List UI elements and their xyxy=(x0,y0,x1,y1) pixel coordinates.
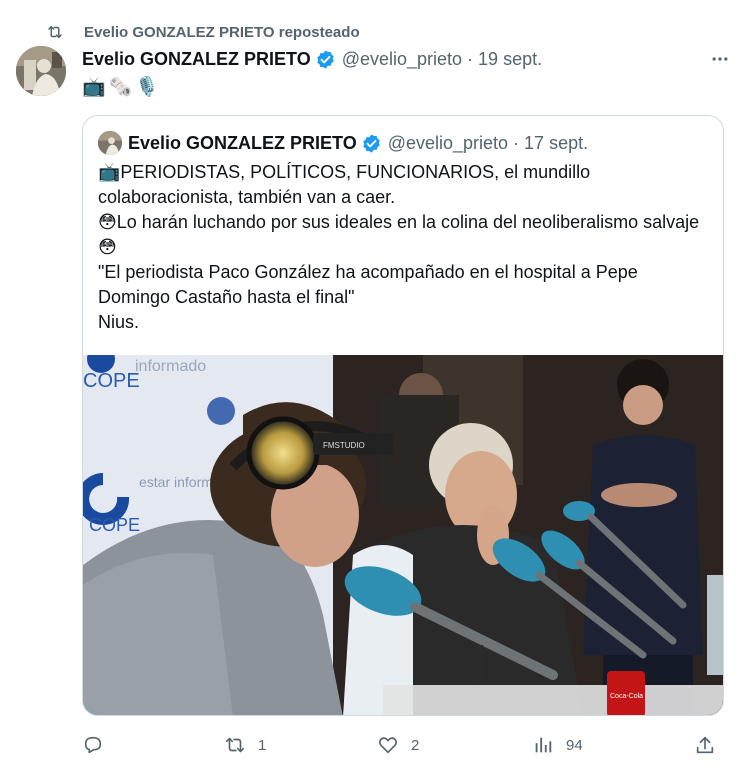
more-icon xyxy=(712,57,728,61)
separator-dot: · xyxy=(467,48,474,69)
reply-icon xyxy=(84,736,102,754)
quoted-author-avatar xyxy=(98,131,122,155)
like-icon xyxy=(378,737,398,754)
repost-icon xyxy=(225,737,245,753)
quoted-timestamp: 17 sept. xyxy=(524,132,589,153)
quoted-tweet-text: 📺PERIODISTAS, POLÍTICOS, FUNCIONARIOS, e… xyxy=(98,160,708,335)
quoted-text-line: 📺PERIODISTAS, POLÍTICOS, FUNCIONARIOS, e… xyxy=(98,162,596,207)
verified-badge-icon xyxy=(316,49,334,69)
quoted-tweet[interactable]: Evelio GONZALEZ PRIETO @evelio_prieto · … xyxy=(82,115,724,716)
quoted-text-line: "El periodista Paco González ha acompaña… xyxy=(98,262,643,307)
repost-context[interactable]: Evelio GONZALEZ PRIETO reposteado xyxy=(46,19,360,45)
repost-label: Evelio GONZALEZ PRIETO reposteado xyxy=(84,23,360,41)
newspaper-emoji: 🗞️ xyxy=(108,77,133,98)
more-options-button[interactable] xyxy=(706,45,734,73)
quoted-text-line: Nius. xyxy=(98,312,140,332)
share-icon xyxy=(696,736,714,754)
cope-logo-text: COPE xyxy=(89,515,140,535)
tweet-text: 📺 🗞️ 🎙️ xyxy=(82,74,159,100)
reply-button[interactable] xyxy=(82,730,116,760)
tv-emoji: 📺 xyxy=(82,77,106,98)
views-button[interactable]: 94 xyxy=(532,730,583,760)
headphone-brand-text: FMSTUDIO xyxy=(323,441,365,450)
microphone-emoji: 🎙️ xyxy=(135,77,160,98)
repost-button[interactable]: 1 xyxy=(224,730,266,760)
cope-logo-text: COPE xyxy=(83,370,140,392)
action-bar: 1 2 94 xyxy=(82,730,722,760)
author-name[interactable]: Evelio GONZALEZ PRIETO xyxy=(82,49,311,70)
wall-text: informado xyxy=(135,358,206,375)
quoted-text-line: 😳Lo harán luchando por sus ideales en la… xyxy=(98,212,700,257)
views-icon xyxy=(535,737,552,753)
like-count: 2 xyxy=(411,736,420,754)
tweet-header: Evelio GONZALEZ PRIETO @evelio_prieto · … xyxy=(82,47,734,71)
repost-count: 1 xyxy=(258,736,267,754)
quoted-media-image[interactable]: COPE informado COPE estar informado FMST… xyxy=(83,355,723,715)
like-button[interactable]: 2 xyxy=(377,730,419,760)
views-count: 94 xyxy=(566,736,583,754)
repost-icon xyxy=(48,26,62,38)
separator-dot: · xyxy=(513,132,520,153)
quoted-tweet-header: Evelio GONZALEZ PRIETO @evelio_prieto · … xyxy=(98,130,588,156)
tweet-timestamp[interactable]: 19 sept. xyxy=(478,49,542,70)
quoted-author-handle: @evelio_prieto xyxy=(387,132,509,153)
quoted-author-name: Evelio GONZALEZ PRIETO xyxy=(128,132,357,153)
author-avatar[interactable] xyxy=(16,46,66,96)
can-label-text: Coca-Cola xyxy=(610,693,643,700)
share-button[interactable] xyxy=(694,730,716,760)
tweet[interactable]: Evelio GONZALEZ PRIETO reposteado Evelio… xyxy=(0,0,750,770)
verified-badge-icon xyxy=(362,133,380,153)
author-handle[interactable]: @evelio_prieto xyxy=(342,49,462,70)
